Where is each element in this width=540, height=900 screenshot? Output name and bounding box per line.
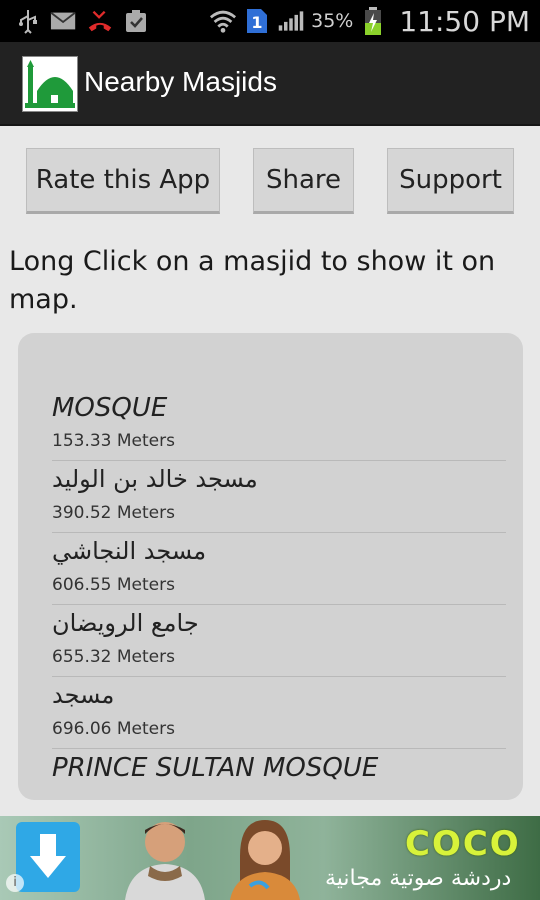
share-button[interactable]: Share bbox=[253, 148, 354, 214]
ad-person-image bbox=[220, 816, 310, 900]
masjid-name: مسجد bbox=[52, 681, 115, 709]
action-bar: Nearby Masjids bbox=[0, 42, 540, 126]
ad-person-image bbox=[110, 816, 220, 900]
rate-app-button[interactable]: Rate this App bbox=[26, 148, 220, 214]
list-item[interactable]: PRINCE SULTAN MOSQUE bbox=[52, 749, 506, 820]
masjid-distance: 655.32 Meters bbox=[52, 647, 175, 667]
sim-slot-label: 1 bbox=[252, 13, 263, 32]
masjid-name: مسجد خالد بن الوليد bbox=[52, 465, 258, 493]
mosque-icon[interactable] bbox=[22, 56, 78, 112]
clock: 11:50 PM bbox=[399, 4, 530, 38]
download-icon[interactable] bbox=[16, 822, 80, 892]
masjid-list: MOSQUE 153.33 Meters مسجد خالد بن الوليد… bbox=[52, 389, 506, 820]
battery-charging-icon bbox=[359, 7, 387, 35]
masjid-distance: 390.52 Meters bbox=[52, 503, 175, 523]
list-item[interactable]: جامع الرويضان 655.32 Meters bbox=[52, 605, 506, 677]
system-icons: 1 35% 11:50 PM bbox=[209, 4, 530, 38]
masjid-distance: 153.33 Meters bbox=[52, 431, 175, 451]
status-bar: 1 35% 11:50 PM bbox=[0, 0, 540, 42]
ad-info-icon[interactable]: i bbox=[6, 874, 24, 892]
masjid-name: PRINCE SULTAN MOSQUE bbox=[52, 753, 379, 783]
email-icon bbox=[50, 8, 78, 34]
signal-icon bbox=[277, 8, 305, 34]
masjid-name: جامع الرويضان bbox=[52, 609, 199, 637]
masjid-list-panel: MOSQUE 153.33 Meters مسجد خالد بن الوليد… bbox=[18, 333, 523, 800]
usb-icon bbox=[14, 8, 42, 34]
list-item[interactable]: مسجد 696.06 Meters bbox=[52, 677, 506, 749]
masjid-distance: 606.55 Meters bbox=[52, 575, 175, 595]
app-title: Nearby Masjids bbox=[84, 66, 277, 97]
masjid-distance: 696.06 Meters bbox=[52, 719, 175, 739]
masjid-name: مسجد النجاشي bbox=[52, 537, 207, 565]
list-item[interactable]: مسجد النجاشي 606.55 Meters bbox=[52, 533, 506, 605]
list-item[interactable]: MOSQUE 153.33 Meters bbox=[52, 389, 506, 461]
notification-icons bbox=[14, 6, 150, 36]
support-button[interactable]: Support bbox=[387, 148, 514, 214]
sim-icon: 1 bbox=[243, 8, 271, 34]
ad-brand: COCO bbox=[405, 824, 521, 864]
masjid-name: MOSQUE bbox=[52, 393, 168, 423]
ad-banner[interactable]: i COCO دردشة صوتية مجانية bbox=[0, 816, 540, 900]
hint-text: Long Click on a masjid to show it on map… bbox=[9, 246, 496, 315]
list-item[interactable]: مسجد خالد بن الوليد 390.52 Meters bbox=[52, 461, 506, 533]
battery-percent: 35% bbox=[311, 10, 354, 32]
ad-tagline: دردشة صوتية مجانية bbox=[325, 866, 512, 891]
wifi-icon bbox=[209, 8, 237, 34]
missed-call-icon bbox=[86, 8, 114, 34]
clipboard-icon bbox=[122, 8, 150, 34]
